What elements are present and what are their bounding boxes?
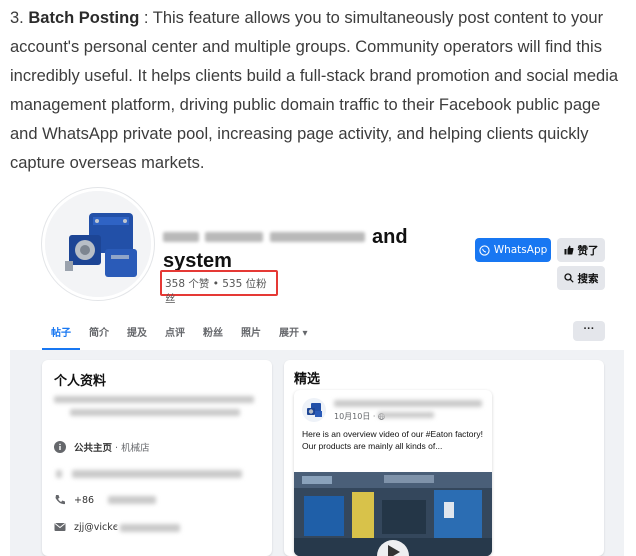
featured-title: 精选	[294, 372, 321, 387]
factory-video-image	[294, 472, 492, 556]
tab-more[interactable]: 展开 ▾	[270, 316, 317, 350]
tab-photos[interactable]: 照片	[232, 316, 270, 350]
tab-reviews[interactable]: 点评	[156, 316, 194, 350]
phone-icon	[55, 495, 65, 505]
info-icon	[54, 441, 66, 453]
email-address[interactable]: zjj@vickє	[74, 522, 118, 533]
page-tabs: 帖子 简介 提及 点评 粉丝 照片 展开 ▾	[42, 316, 317, 350]
page-name-and: and	[372, 226, 408, 248]
tab-followers[interactable]: 粉丝	[194, 316, 232, 350]
about-blurred-text-1	[54, 396, 254, 403]
search-button[interactable]: 搜索	[557, 266, 605, 290]
category-label: 公共主页	[74, 443, 113, 454]
tab-about[interactable]: 简介	[80, 316, 118, 350]
thumbs-up-icon	[564, 245, 574, 255]
post-avatar	[302, 398, 326, 422]
liked-button[interactable]: 赞了	[557, 238, 605, 262]
about-title: 个人资料	[54, 374, 107, 389]
phone-blurred	[108, 496, 156, 504]
intro-paragraph: 3. Batch Posting : This feature allows y…	[10, 4, 630, 178]
more-options-button[interactable]: ···	[573, 321, 605, 341]
mail-icon	[54, 523, 66, 531]
page-stats-highlight: 358 个赞 • 535 位粉丝	[160, 270, 278, 305]
phone-number[interactable]: +86	[74, 495, 94, 506]
whatsapp-button[interactable]: WhatsApp	[475, 238, 551, 262]
search-icon	[563, 273, 574, 283]
intro-number: 3.	[10, 9, 24, 27]
post-text-line-1: Here is an overview video of our #Eaton …	[302, 429, 483, 439]
about-blurred-address-1	[56, 470, 62, 478]
email-row: zjj@vickє	[54, 521, 118, 533]
whatsapp-button-label: WhatsApp	[493, 244, 548, 256]
about-blurred-text-2	[70, 409, 240, 416]
post-meta-blurred	[378, 412, 434, 418]
phone-row: +86	[54, 494, 94, 506]
post-video-thumbnail[interactable]	[294, 472, 492, 556]
page-name-blurred-2	[205, 232, 263, 242]
about-blurred-address-2	[72, 470, 242, 478]
pump-thumbnail-icon	[307, 403, 322, 417]
post-author-blurred	[334, 400, 482, 407]
category-value: · 机械店	[112, 443, 150, 454]
tab-mentions[interactable]: 提及	[118, 316, 156, 350]
liked-button-label: 赞了	[577, 244, 599, 257]
intro-heading: Batch Posting	[28, 9, 140, 27]
category-row: 公共主页 · 机械店	[54, 440, 150, 454]
post-text-line-2: Our products are mainly all kinds of...	[302, 441, 443, 451]
whatsapp-icon	[479, 244, 490, 256]
page-name-blurred-1	[163, 232, 199, 242]
search-button-label: 搜索	[577, 272, 599, 285]
post-text: Here is an overview video of our #Eaton …	[302, 428, 486, 452]
intro-text: : This feature allows you to simultaneou…	[10, 9, 619, 172]
page-name-blurred-3	[270, 232, 365, 242]
post-date-text: 10月10日 ·	[334, 412, 378, 421]
email-blurred	[120, 524, 180, 532]
featured-post[interactable]: 10月10日 · Here is an overview video of ou…	[294, 390, 492, 556]
page-avatar[interactable]	[42, 188, 154, 300]
tab-posts[interactable]: 帖子	[42, 316, 80, 350]
